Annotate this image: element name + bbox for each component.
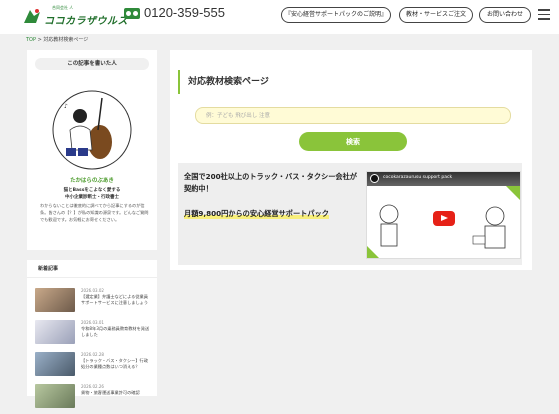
breadcrumb: TOP > 対応教材検索ページ [26, 36, 88, 43]
contact-button[interactable]: お問い合わせ [479, 7, 531, 23]
main-content: 対応教材検索ページ 検索 全国で200社以上のトラック・バス・タクシー会社が契約… [170, 50, 532, 270]
article-thumbnail[interactable] [35, 384, 75, 408]
embedded-video[interactable]: cocokarazaurusu support pack [366, 171, 521, 259]
article-date: 2026.02.26 [81, 384, 104, 389]
author-tagline: 猫とBassをこよなく愛する [63, 188, 121, 193]
article-title[interactable]: 貨物・旅客運送事業許可の確認 [81, 390, 151, 396]
author-description: わからないことは徹底的に調べてから記事にするのが信条。皆さんの【？】が私の知識の… [40, 203, 149, 222]
search-button[interactable]: 検索 [299, 132, 407, 151]
free-dial-icon [124, 8, 140, 19]
support-pack-button[interactable]: 『安心経営サポートパックのご説明』 [281, 7, 391, 23]
author-avatar: ♪ [52, 90, 132, 170]
article-date: 2026.02.28 [81, 352, 104, 357]
banner-price-text: 月額9,800円からの安心経営サポートパック [184, 209, 329, 219]
materials-order-button[interactable]: 教材・サービスご注文 [399, 7, 473, 23]
recent-article-item[interactable]: 2026.03.02 【選定業】弁護士などによる従業員サポートサービスに注意しま… [35, 288, 150, 318]
banner-headline: 全国で200社以上のトラック・バス・タクシー会社が契約中！ [184, 172, 357, 193]
recent-articles-heading: 新着記事 [27, 260, 157, 278]
author-heading: この記事を書いた人 [35, 58, 149, 70]
hamburger-menu-icon[interactable] [538, 9, 550, 20]
recent-articles: 新着記事 2026.03.02 【選定業】弁護士などによる従業員サポートサービス… [27, 260, 157, 408]
author-card: この記事を書いた人 ♪ たかはらのぶあき 猫とBassをこよなく愛する 中小企業… [27, 50, 157, 250]
article-title[interactable]: 【選定業】弁護士などによる従業員サポートサービスに注意しましょう [81, 294, 151, 306]
article-thumbnail[interactable] [35, 320, 75, 344]
search-input[interactable] [195, 107, 511, 124]
channel-avatar-icon[interactable] [370, 174, 379, 183]
logo-subtitle: 合同会社 人 [52, 5, 74, 10]
recent-article-item[interactable]: 2026.02.28 【トラック・バス・タクシー】行政処分の業種点数はいつ消える… [35, 352, 150, 382]
play-icon[interactable] [433, 211, 455, 226]
phone-number: 0120-359-555 [144, 5, 225, 20]
support-pack-banner[interactable]: 全国で200社以上のトラック・バス・タクシー会社が契約中！ 月額9,800円から… [178, 163, 522, 265]
breadcrumb-top-link[interactable]: TOP [26, 37, 36, 43]
article-date: 2026.03.02 [81, 288, 104, 293]
recent-article-item[interactable]: 2026.03.01 令和8年3月の乗務員教育教材を発送しました [35, 320, 150, 350]
svg-text:♪: ♪ [64, 103, 68, 110]
sidebar: この記事を書いた人 ♪ たかはらのぶあき 猫とBassをこよなく愛する 中小企業… [27, 50, 157, 408]
page-title: 対応教材検索ページ [178, 70, 269, 94]
site-header: 合同会社 人 ココカラザウルス 0120-359-555 『安心経営サポートパッ… [0, 0, 559, 34]
phone-number-block[interactable]: 0120-359-555 [124, 5, 244, 23]
site-logo[interactable]: 合同会社 人 ココカラザウルス [22, 5, 128, 29]
logo-text: ココカラザウルス [44, 16, 128, 27]
video-title-bar: cocokarazaurusu support pack [367, 172, 520, 186]
article-date: 2026.03.01 [81, 320, 104, 325]
breadcrumb-current: 対応教材検索ページ [43, 37, 89, 43]
video-title[interactable]: cocokarazaurusu support pack [383, 175, 452, 180]
article-thumbnail[interactable] [35, 352, 75, 376]
article-title[interactable]: 令和8年3月の乗務員教育教材を発送しました [81, 326, 151, 338]
logo-mark-icon [24, 9, 40, 23]
video-corner-decoration [506, 186, 520, 200]
recent-article-item[interactable]: 2026.02.26 貨物・旅客運送事業許可の確認 [35, 384, 150, 414]
article-thumbnail[interactable] [35, 288, 75, 312]
article-title[interactable]: 【トラック・バス・タクシー】行政処分の業種点数はいつ消える？ [81, 358, 151, 370]
video-corner-decoration [367, 246, 379, 258]
author-name[interactable]: たかはらのぶあき [27, 176, 157, 184]
author-credentials: 中小企業診断士・行政書士 [65, 195, 119, 200]
